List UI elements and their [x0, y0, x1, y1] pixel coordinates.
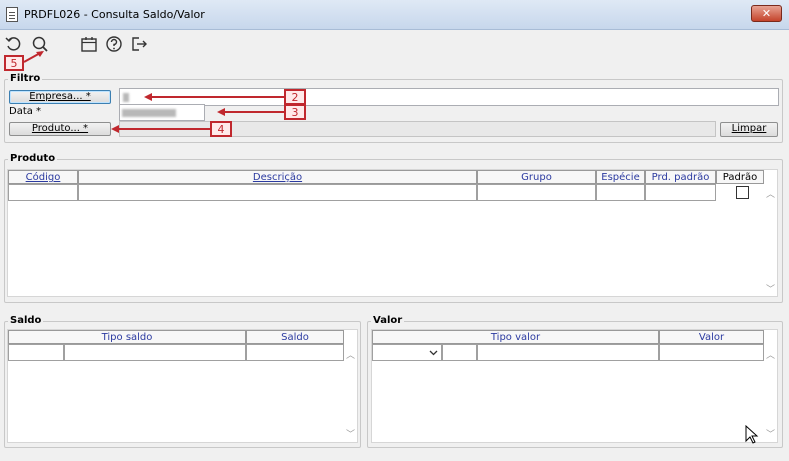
annotation-arrow-3-line: [224, 111, 284, 113]
valor-dropdown[interactable]: [372, 344, 442, 361]
produto-cell-descricao[interactable]: [78, 184, 477, 201]
valor-cell-valor[interactable]: [659, 344, 764, 361]
col-prd-padrao[interactable]: Prd. padrão: [645, 170, 716, 184]
calendar-icon[interactable]: [79, 34, 99, 54]
limpar-button-label: Limpar: [731, 123, 767, 134]
col-grupo[interactable]: Grupo: [477, 170, 596, 184]
col-padrao[interactable]: Padrão: [716, 170, 764, 184]
annotation-arrow-4-head: [111, 125, 119, 133]
valor-scroll-up-icon[interactable]: ︿: [766, 348, 775, 361]
produto-cell-grupo[interactable]: [477, 184, 596, 201]
close-button[interactable]: ✕: [751, 5, 782, 22]
produto-cell-especie[interactable]: [596, 184, 645, 201]
document-icon: [6, 7, 18, 22]
window-title: PRDFL026 - Consulta Saldo/Valor: [24, 8, 205, 21]
valor-cell-tipo[interactable]: [477, 344, 659, 361]
title-bar: PRDFL026 - Consulta Saldo/Valor ✕: [0, 0, 789, 30]
col-codigo-label: Código: [25, 172, 61, 183]
produto-scroll-down-icon[interactable]: ﹀: [766, 282, 775, 295]
produto-button[interactable]: Produto... *: [9, 122, 111, 136]
annotation-arrow-2-line: [150, 96, 284, 98]
empresa-value-redacted: [123, 93, 129, 102]
chevron-down-icon: [429, 350, 438, 356]
produto-scroll-up-icon[interactable]: ︿: [766, 187, 775, 200]
saldo-legend: Saldo: [8, 315, 44, 326]
data-label: Data *: [9, 106, 42, 117]
saldo-cell-code[interactable]: [8, 344, 64, 361]
data-value-redacted: [122, 109, 176, 117]
annotation-arrow-2-head: [144, 93, 152, 101]
col-especie[interactable]: Espécie: [596, 170, 645, 184]
col-valor[interactable]: Valor: [659, 330, 764, 344]
col-saldo[interactable]: Saldo: [246, 330, 344, 344]
help-icon[interactable]: [104, 34, 124, 54]
annotation-arrow-3-head: [217, 108, 225, 116]
saldo-scroll-down-icon[interactable]: ﹀: [346, 427, 355, 440]
col-descricao[interactable]: Descrição: [78, 170, 477, 184]
padrao-checkbox[interactable]: [736, 186, 749, 199]
valor-legend: Valor: [371, 315, 405, 326]
annotation-arrow-4-line: [118, 128, 210, 130]
produto-legend: Produto: [8, 153, 58, 164]
col-tipo-valor[interactable]: Tipo valor: [372, 330, 659, 344]
mouse-cursor-icon: [745, 425, 759, 444]
annotation-5: 5: [4, 55, 24, 71]
annotation-arrow-5: [23, 51, 44, 63]
empresa-button[interactable]: Empresa... *: [9, 90, 111, 104]
saldo-cell-tipo[interactable]: [64, 344, 246, 361]
annotation-4: 4: [210, 121, 232, 137]
saldo-scroll-up-icon[interactable]: ︿: [346, 348, 355, 361]
annotation-3: 3: [284, 104, 306, 120]
annotation-2: 2: [284, 89, 306, 105]
col-descricao-label: Descrição: [252, 172, 303, 183]
exit-icon[interactable]: [129, 34, 149, 54]
empresa-button-label: Empresa... *: [29, 91, 91, 102]
limpar-button[interactable]: Limpar: [720, 122, 778, 137]
col-codigo[interactable]: Código: [8, 170, 78, 184]
produto-cell-codigo[interactable]: [8, 184, 78, 201]
filtro-legend: Filtro: [8, 73, 43, 84]
col-tipo-saldo[interactable]: Tipo saldo: [8, 330, 246, 344]
saldo-cell-saldo[interactable]: [246, 344, 344, 361]
produto-button-label: Produto... *: [31, 123, 89, 134]
valor-scroll-down-icon[interactable]: ﹀: [766, 427, 775, 440]
valor-cell-code[interactable]: [442, 344, 477, 361]
data-input[interactable]: [119, 104, 205, 121]
produto-cell-prd-padrao[interactable]: [645, 184, 716, 201]
undo-icon[interactable]: [4, 34, 24, 54]
